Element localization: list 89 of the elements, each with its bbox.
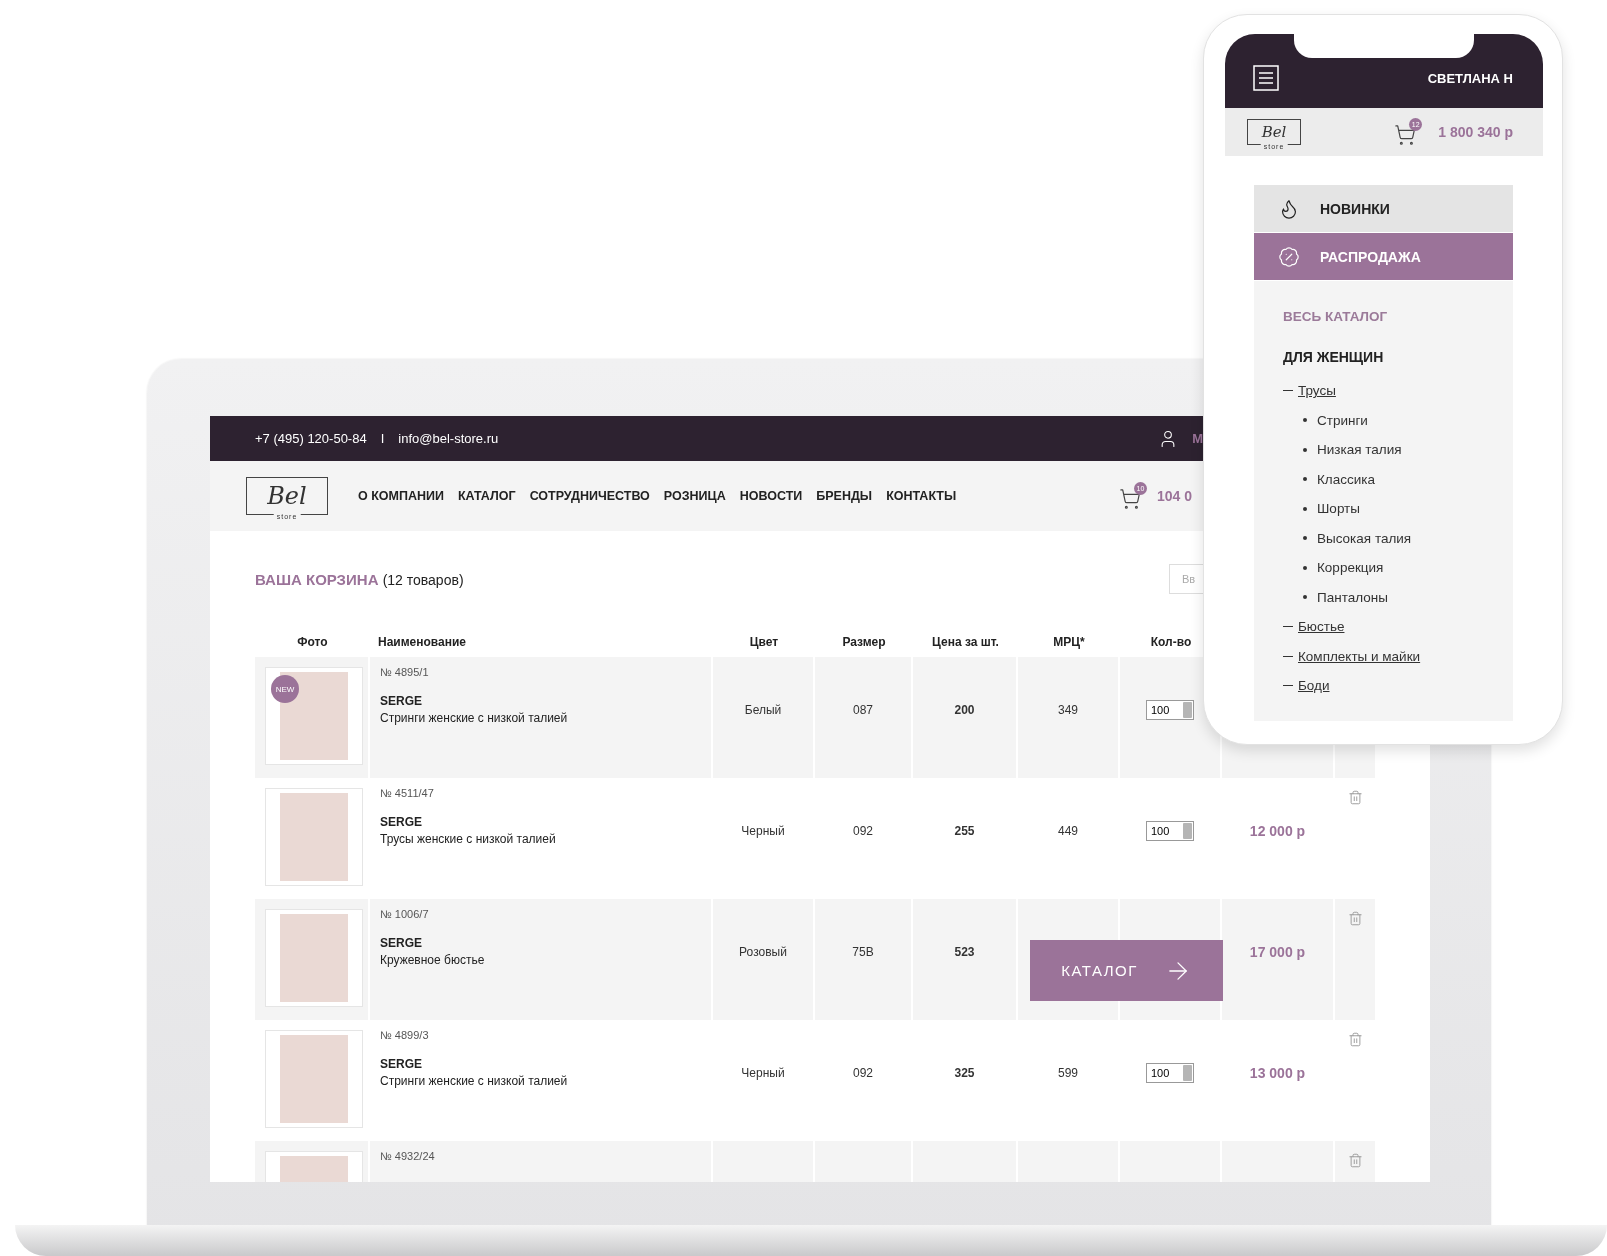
brand-name: SERGE (380, 936, 423, 950)
column-header: Размер (842, 635, 886, 649)
bullet-mark (1303, 447, 1307, 452)
table-cell: Розовый (739, 944, 787, 959)
stepper-icon[interactable] (1183, 822, 1192, 839)
column-header: МРЦ* (1053, 635, 1085, 649)
category-link[interactable]: Трусы (1298, 383, 1336, 399)
item-number: № 1006/7 (380, 908, 430, 920)
table-cell: 449 (1058, 823, 1078, 838)
separator: I (380, 431, 385, 446)
product-name: Трусы женские с низкой талией (380, 832, 557, 846)
item-number: № 4899/3 (380, 1029, 430, 1041)
menu-item[interactable]: РАСПРОДАЖА (1254, 233, 1513, 280)
cart-total: 104 0 (1156, 488, 1192, 504)
nav-link[interactable]: БРЕНДЫ (816, 489, 873, 503)
column-header: Кол-во (1150, 635, 1192, 649)
table-cell: Черный (741, 823, 785, 838)
dash-mark (1283, 655, 1293, 657)
table-cell: 325 (954, 1065, 975, 1080)
bullet-mark (1303, 565, 1307, 570)
category-link[interactable]: Комплекты и майки (1298, 648, 1421, 664)
nav-link[interactable]: НОВОСТИ (739, 489, 803, 503)
subcategory-link[interactable]: Стринги (1317, 412, 1368, 428)
cart-title: ВАША КОРЗИНА (12 товаров) (255, 570, 464, 588)
table-cell: 092 (853, 823, 873, 838)
item-number: № 4932/24 (380, 1150, 436, 1162)
product-name: Стринги женские с низкой талией (380, 1074, 569, 1088)
product-name: Стринги женские с низкой талией (380, 711, 569, 725)
column-header: Фото (297, 635, 328, 649)
table-cell: 599 (1058, 1065, 1078, 1080)
section-title: ДЛЯ ЖЕНЩИН (1283, 349, 1385, 365)
product-name: Кружевное бюстье (380, 953, 486, 967)
subcategory-link[interactable]: Шорты (1317, 501, 1360, 517)
table-cell: 092 (853, 1065, 873, 1080)
subcategory-link[interactable]: Коррекция (1317, 560, 1384, 576)
subcategory-link[interactable]: Классика (1317, 471, 1375, 487)
brand-name: SERGE (380, 694, 423, 708)
phone-number: +7 (495) 120-50-84 (255, 431, 367, 446)
dash-mark (1283, 626, 1293, 628)
item-number: № 4895/1 (380, 666, 430, 678)
table-cell: 087 (853, 702, 873, 717)
column-header: Цена за шт. (932, 635, 999, 649)
row-total: 12 000 р (1249, 822, 1306, 839)
catalog-button[interactable]: КАТАЛОГ (1030, 940, 1223, 1001)
row-total: 17 000 р (1249, 943, 1306, 960)
nav-link[interactable]: СОТРУДНИЧЕСТВО (529, 489, 650, 503)
brand-name: SERGE (380, 815, 423, 829)
stepper-icon[interactable] (1183, 701, 1192, 718)
email-address: info@bel-store.ru (398, 431, 499, 446)
cart-total: 1 800 340 р (1438, 124, 1513, 140)
row-total: 13 000 р (1249, 1064, 1306, 1081)
delete-icon[interactable] (1347, 1032, 1363, 1047)
column-header: Наименование (377, 635, 467, 649)
item-number: № 4511/47 (380, 787, 435, 799)
delete-icon[interactable] (1347, 790, 1363, 805)
bullet-mark (1303, 477, 1307, 482)
delete-icon[interactable] (1347, 911, 1363, 926)
input-field[interactable]: Вв (1169, 564, 1203, 594)
menu-item[interactable]: НОВИНКИ (1254, 185, 1513, 232)
stepper-icon[interactable] (1183, 1064, 1192, 1081)
brand-name: SERGE (380, 1057, 423, 1071)
subcategory-link[interactable]: Низкая талия (1317, 442, 1402, 458)
nav-link[interactable]: КАТАЛОГ (457, 489, 516, 503)
table-cell: Черный (741, 1065, 785, 1080)
dash-mark (1283, 390, 1293, 392)
bullet-mark (1303, 418, 1307, 423)
user-name[interactable]: СВЕТЛАНА Н (1427, 70, 1513, 86)
table-cell: 200 (954, 702, 975, 717)
bullet-mark (1303, 506, 1307, 511)
table-cell: 523 (954, 944, 975, 959)
bullet-mark (1303, 595, 1307, 600)
category-link[interactable]: Боди (1298, 678, 1330, 694)
subcategory-link[interactable]: Панталоны (1317, 589, 1388, 605)
delete-icon[interactable] (1347, 1153, 1363, 1168)
bullet-mark (1303, 536, 1307, 541)
column-header: Цвет (749, 635, 779, 649)
table-cell: 255 (954, 823, 975, 838)
subcategory-link[interactable]: Высокая талия (1317, 530, 1412, 546)
dash-mark (1283, 685, 1293, 687)
table-cell: Белый (744, 702, 782, 717)
nav-link[interactable]: КОНТАКТЫ (886, 489, 957, 503)
table-cell: 75B (852, 944, 874, 959)
nav-link[interactable]: О КОМПАНИИ (358, 489, 444, 503)
user-name[interactable]: М (1192, 431, 1203, 446)
percent-badge-icon (1278, 245, 1300, 268)
table-cell: 349 (1058, 702, 1078, 717)
category-link[interactable]: Бюстье (1298, 619, 1345, 635)
nav-link[interactable]: РОЗНИЦА (663, 489, 726, 503)
menu-icon[interactable] (1253, 65, 1279, 91)
